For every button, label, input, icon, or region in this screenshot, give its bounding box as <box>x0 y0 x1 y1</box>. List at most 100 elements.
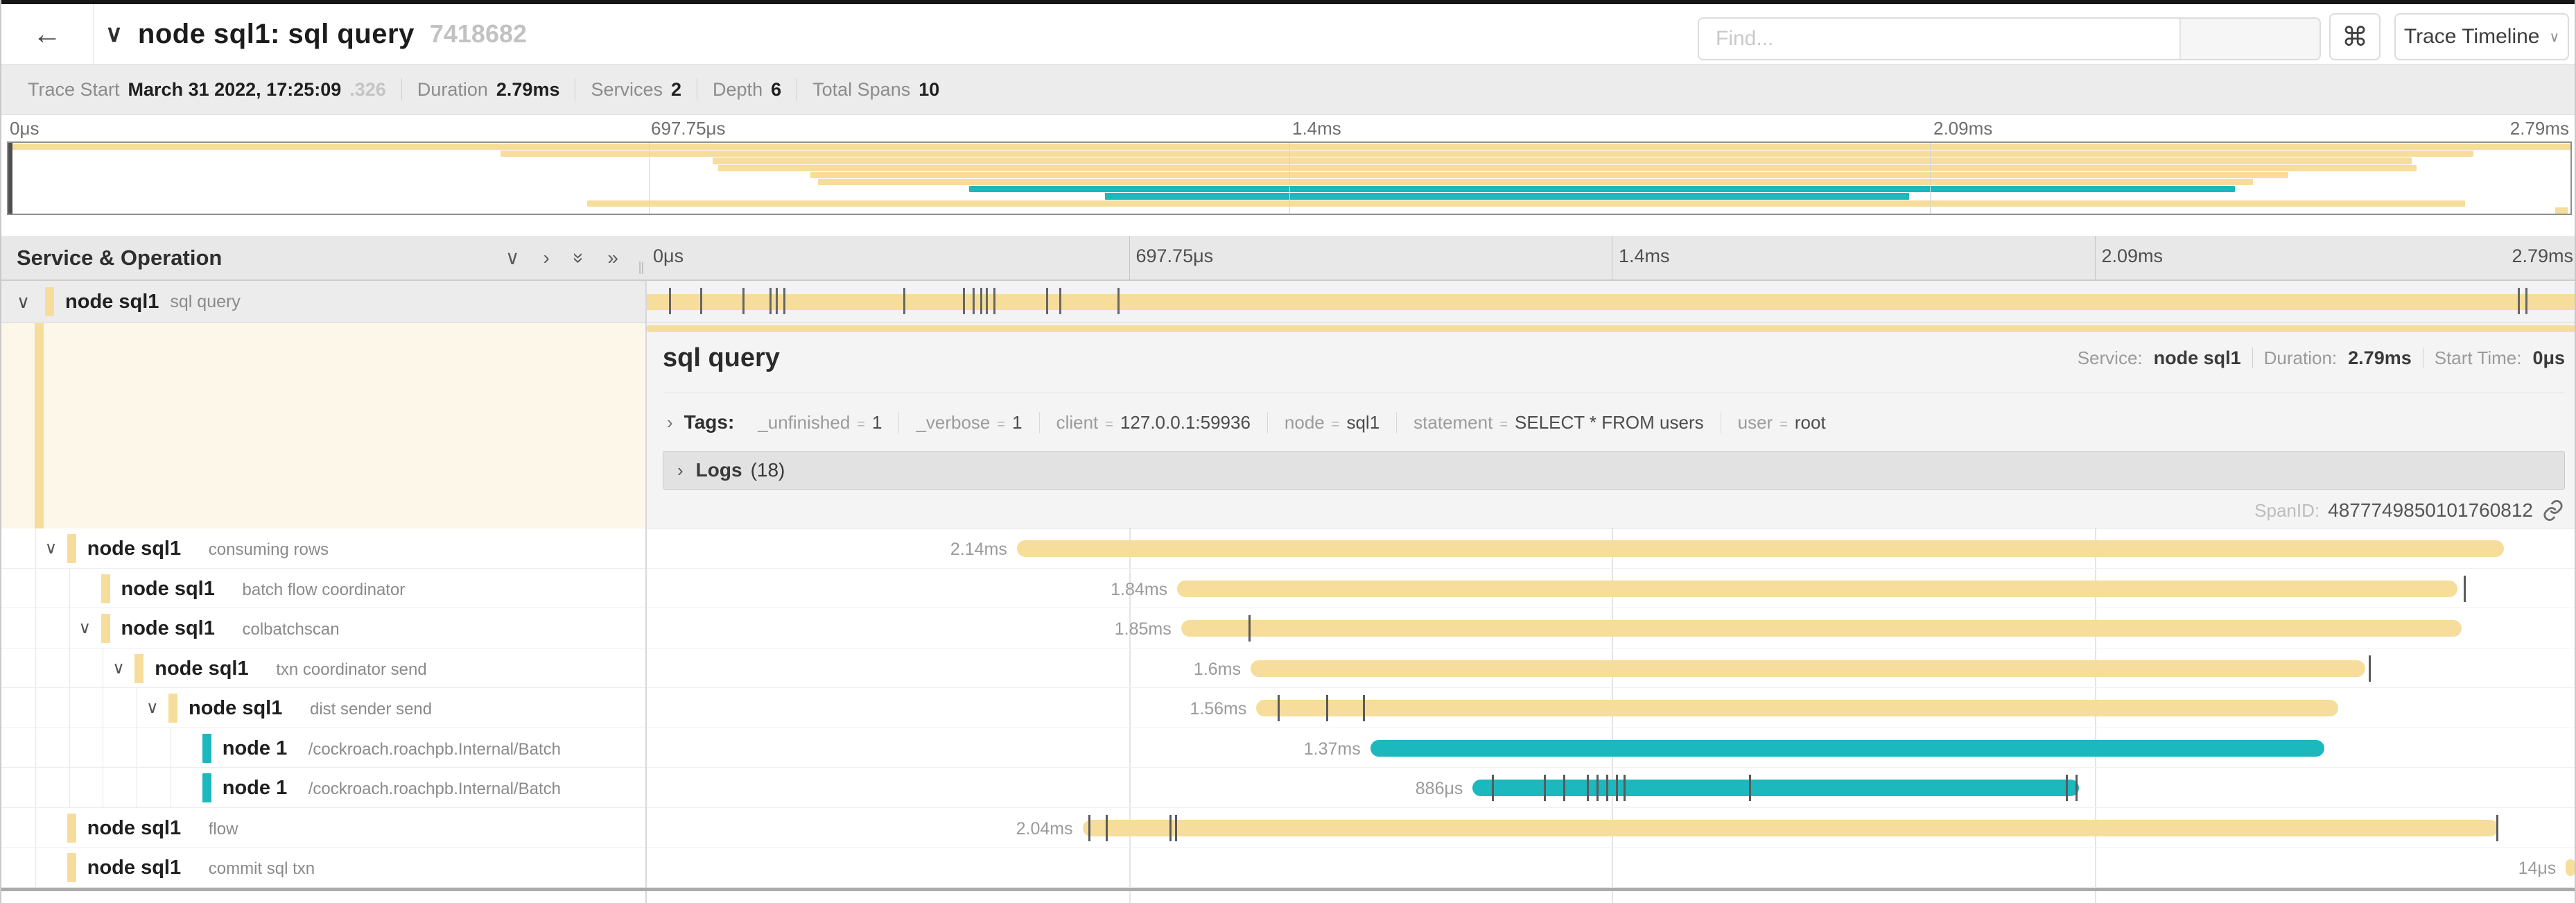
span-bar-row[interactable]: 14μs <box>646 848 2576 888</box>
expand-one-icon[interactable]: › <box>543 247 550 269</box>
span-tree-row[interactable]: node sql1commit sql txn <box>1 848 646 888</box>
equals-sign: = <box>997 417 1005 433</box>
summary-item: Services2 <box>575 79 697 101</box>
span-bar-row[interactable]: 2.14ms <box>646 528 2576 569</box>
span-bar[interactable] <box>1083 820 2498 836</box>
span-duration-label: 886μs <box>1416 779 1473 799</box>
log-tick <box>993 288 995 314</box>
keyboard-shortcuts-button[interactable]: ⌘ <box>2329 13 2381 60</box>
span-bar[interactable] <box>1251 660 2365 677</box>
log-tick <box>1587 775 1589 801</box>
tag-item: statement=SELECT * FROM users <box>1397 412 1721 433</box>
log-tick <box>963 288 965 314</box>
chevron-down-icon[interactable]: ∨ <box>146 698 159 718</box>
tree-indent-guide <box>35 528 36 568</box>
summary-value: 2.79ms <box>496 79 560 101</box>
span-color-indicator <box>134 654 143 683</box>
span-service-name: node 1 <box>223 777 287 800</box>
collapse-one-icon[interactable]: ∨ <box>505 246 520 269</box>
span-bar[interactable] <box>1177 580 2457 597</box>
span-duration-label: 1.56ms <box>1190 699 1256 719</box>
span-operation-name: sql query <box>170 292 240 312</box>
span-service-name: node 1 <box>223 737 287 760</box>
equals-sign: = <box>1779 417 1788 433</box>
span-tree-row[interactable]: ∨ node sql1 consuming rows <box>1 528 646 569</box>
minimap-gridline <box>649 143 650 214</box>
column-resizer[interactable]: ‖ <box>638 259 646 279</box>
trace-summary-bar: Trace StartMarch 31 2022, 17:25:09.326Du… <box>1 64 2575 115</box>
chevron-down-icon[interactable]: ∨ <box>105 20 123 48</box>
expand-all-icon[interactable]: » <box>607 247 618 269</box>
view-selector-button[interactable]: Trace Timeline ∨ <box>2394 13 2569 60</box>
tag-item: client=127.0.0.1:59936 <box>1040 412 1268 433</box>
span-tree-row-sql-query[interactable]: ∨ node sql1 sql query <box>1 281 646 323</box>
span-duration-label: 14μs <box>2518 859 2566 879</box>
minimap-span-bar <box>810 172 2289 178</box>
span-tree-row[interactable]: ∨node sql1dist sender send <box>1 688 646 728</box>
span-service-name: node sql1 <box>87 817 181 840</box>
span-bar-row[interactable]: 886μs <box>646 768 2576 808</box>
span-color-indicator <box>35 323 44 528</box>
tree-indent-guide <box>69 648 70 688</box>
span-operation-name: txn coordinator send <box>276 660 426 680</box>
panel-divider[interactable] <box>645 281 647 903</box>
span-bar-rows: 2.14ms1.84ms1.85ms1.6ms 1.56ms 1.37ms 886μs… <box>646 528 2576 903</box>
chevron-right-icon[interactable]: › <box>667 412 673 433</box>
summary-value: 10 <box>919 79 939 101</box>
span-bar-row[interactable]: 1.85ms <box>646 608 2576 648</box>
span-bar[interactable] <box>1181 620 2462 637</box>
logs-accordion[interactable]: › Logs (18) <box>663 451 2565 490</box>
span-operation-name: consuming rows <box>209 540 329 560</box>
page-title: node sql1: sql query <box>138 19 415 50</box>
timeline-minimap[interactable] <box>7 141 2572 215</box>
span-tree-row[interactable]: node 1/cockroach.roachpb.Internal/Batch <box>1 728 646 768</box>
back-button[interactable]: ← <box>1 4 94 64</box>
span-tree-row[interactable]: node 1/cockroach.roachpb.Internal/Batch <box>1 768 646 808</box>
span-service-name: node sql1 <box>87 538 181 560</box>
log-tick <box>2369 655 2371 682</box>
log-tick <box>980 288 982 314</box>
span-bar-row[interactable]: 1.6ms <box>646 648 2576 689</box>
start-time-value: 0μs <box>2532 347 2565 369</box>
span-id-value: 4877749850101760812 <box>2328 499 2533 522</box>
chevron-down-icon[interactable]: ∨ <box>79 618 92 638</box>
span-color-indicator <box>67 534 76 563</box>
chevron-down-icon[interactable]: ∨ <box>17 291 30 313</box>
link-icon[interactable] <box>2541 499 2565 522</box>
span-tree-row[interactable]: node sql1batch flow coordinator <box>1 569 646 609</box>
log-tick <box>1248 615 1251 642</box>
span-bar-row[interactable]: 1.84ms <box>646 569 2576 609</box>
tag-value: 1 <box>872 412 882 433</box>
chevron-down-icon[interactable]: ∨ <box>112 658 125 678</box>
minimap-gridline <box>1289 143 1290 214</box>
tags-label[interactable]: Tags: <box>684 411 735 433</box>
span-bar[interactable] <box>2566 859 2575 876</box>
span-bar[interactable] <box>1017 540 2504 557</box>
tree-indent-guide <box>69 728 70 768</box>
span-bar[interactable] <box>646 294 2576 310</box>
trace-rows-area: ∨ node sql1 sql query sql query Service:… <box>1 281 2575 903</box>
span-bar[interactable] <box>1256 700 2338 716</box>
summary-value: 2 <box>671 79 681 101</box>
minimap-drag-handle[interactable] <box>8 143 12 214</box>
tags-row[interactable]: › Tags: _unfinished=1_verbose=1client=12… <box>663 401 2565 444</box>
tree-indent-guide <box>35 768 36 807</box>
span-bar-row[interactable]: 2.04ms <box>646 808 2576 848</box>
span-color-indicator <box>45 287 54 316</box>
span-tree-row[interactable]: ∨node sql1colbatchscan <box>1 608 646 648</box>
span-tree-row[interactable]: ∨node sql1txn coordinator send <box>1 648 646 689</box>
collapse-all-icon[interactable]: » <box>568 252 590 264</box>
chevron-down-icon[interactable]: ∨ <box>45 538 58 558</box>
chevron-right-icon: › <box>677 460 684 481</box>
span-bar-row-sql-query[interactable] <box>646 281 2576 323</box>
span-bar-row[interactable]: 1.37ms <box>646 728 2576 768</box>
log-tick <box>1363 695 1365 721</box>
log-tick <box>903 288 905 314</box>
span-color-indicator <box>101 574 110 603</box>
span-color-indicator <box>101 614 110 643</box>
find-input[interactable] <box>1699 19 2179 59</box>
timeline-ruler: 0μs697.75μs1.4ms2.09ms2.79ms <box>646 236 2576 280</box>
span-bar-row[interactable]: 1.56ms <box>646 688 2576 728</box>
span-tree-row[interactable]: node sql1flow <box>1 808 646 848</box>
span-bar[interactable] <box>1370 740 2324 757</box>
